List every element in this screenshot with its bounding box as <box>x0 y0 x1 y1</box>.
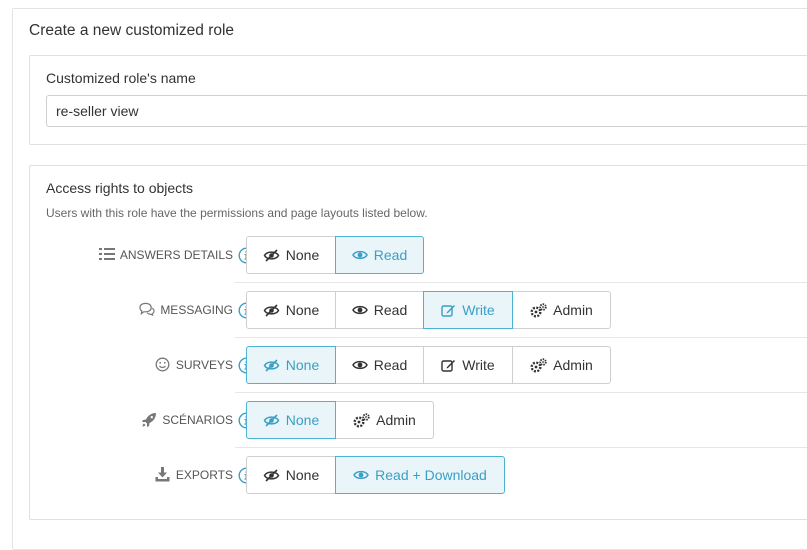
permission-row-label: ANSWERS DETAILS <box>98 236 255 274</box>
page-title: Create a new customized role <box>29 22 235 39</box>
smile-icon <box>155 357 171 373</box>
messaging-admin-button[interactable]: Admin <box>512 291 611 329</box>
permission-object-name: EXPORTS <box>175 468 233 482</box>
messaging-write-button[interactable]: Write <box>423 291 513 329</box>
permission-button-group: None Admin <box>246 401 434 439</box>
exports-none-button[interactable]: None <box>246 456 336 494</box>
eye-icon <box>351 304 368 316</box>
download-icon <box>155 467 171 483</box>
surveys-write-button[interactable]: Write <box>423 346 513 384</box>
permission-row-label: SURVEYS <box>155 346 255 384</box>
row-divider <box>235 337 807 338</box>
permission-button-group: None Read <box>246 236 424 274</box>
role-name-panel: Customized role's name <box>29 55 807 145</box>
answers-details-none-button[interactable]: None <box>246 236 336 274</box>
button-label: None <box>285 357 320 373</box>
button-label: Read <box>373 357 408 373</box>
row-divider <box>235 282 807 283</box>
button-label: Read + Download <box>375 467 487 483</box>
surveys-read-button[interactable]: Read <box>335 346 424 384</box>
button-label: Admin <box>376 412 416 428</box>
button-label: None <box>285 467 320 483</box>
button-label: Write <box>462 302 495 318</box>
role-name-input[interactable] <box>46 95 807 127</box>
surveys-admin-button[interactable]: Admin <box>512 346 611 384</box>
permission-row-label: MESSAGING <box>139 291 255 329</box>
permission-button-group: None Read Write Admin <box>246 291 611 329</box>
permission-button-group: None Read Write Admin <box>246 346 611 384</box>
list-icon <box>98 247 115 263</box>
messaging-read-button[interactable]: Read <box>335 291 424 329</box>
button-label: Read <box>373 247 408 263</box>
eye-slash-icon <box>263 248 280 262</box>
button-label: None <box>285 247 320 263</box>
scenarios-admin-button[interactable]: Admin <box>335 401 434 439</box>
permission-object-name: ANSWERS DETAILS <box>119 248 233 262</box>
rocket-icon <box>141 412 157 428</box>
eye-slash-icon <box>263 358 280 372</box>
access-rights-title: Access rights to objects <box>46 180 194 196</box>
eye-icon <box>351 249 368 261</box>
scenarios-none-button[interactable]: None <box>246 401 336 439</box>
permission-button-group: None Read + Download <box>246 456 505 494</box>
row-divider <box>235 392 807 393</box>
surveys-none-button[interactable]: None <box>246 346 336 384</box>
button-label: Admin <box>553 357 593 373</box>
exports-read-download-button[interactable]: Read + Download <box>335 456 505 494</box>
button-label: Write <box>462 357 495 373</box>
gears-icon <box>530 302 547 318</box>
eye-icon <box>353 469 370 481</box>
button-label: Read <box>373 302 408 318</box>
edit-icon <box>441 303 456 318</box>
messaging-none-button[interactable]: None <box>246 291 336 329</box>
button-label: None <box>285 412 320 428</box>
permission-row-exports: EXPORTS None Read + Download <box>30 456 807 511</box>
button-label: None <box>285 302 320 318</box>
permission-object-name: SURVEYS <box>175 358 233 372</box>
permission-object-name: MESSAGING <box>160 303 233 317</box>
eye-slash-icon <box>263 303 280 317</box>
gears-icon <box>353 412 370 428</box>
eye-slash-icon <box>263 468 280 482</box>
comments-icon <box>139 302 155 318</box>
answers-details-read-button[interactable]: Read <box>335 236 424 274</box>
button-label: Admin <box>553 302 593 318</box>
eye-icon <box>351 359 368 371</box>
gears-icon <box>530 357 547 373</box>
access-rights-panel: Access rights to objects Users with this… <box>29 165 807 520</box>
row-divider <box>235 447 807 448</box>
edit-icon <box>441 358 456 373</box>
role-name-label: Customized role's name <box>46 70 196 86</box>
permission-row-label: EXPORTS <box>155 456 255 494</box>
eye-slash-icon <box>263 413 280 427</box>
permission-row-label: SCÉNARIOS <box>141 401 255 439</box>
permission-object-name: SCÉNARIOS <box>162 413 233 427</box>
access-rights-description: Users with this role have the permission… <box>46 206 428 220</box>
